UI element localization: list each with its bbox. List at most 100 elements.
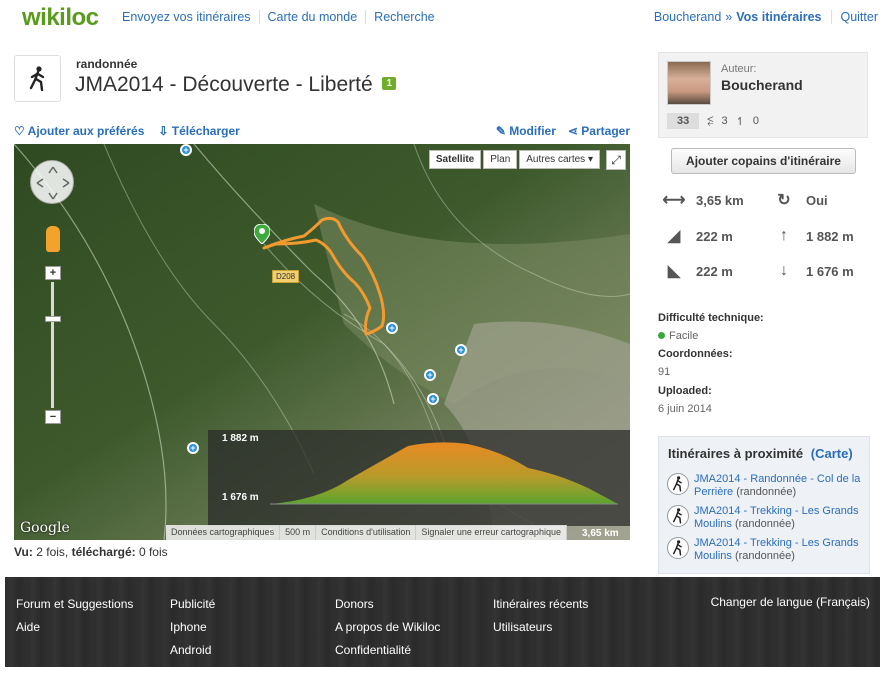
activity-label: randonnée	[76, 57, 138, 71]
main-nav: Envoyez vos itinéraires Carte du monde R…	[114, 10, 443, 24]
footer-link[interactable]: A propos de Wikiloc	[335, 620, 440, 634]
tech-difficulty-label: Difficulté technique:	[658, 312, 764, 324]
followers-icon: ⥶	[707, 114, 714, 127]
zoom-slider-handle[interactable]	[45, 316, 61, 322]
map-type-satellite-button[interactable]: Satellite	[428, 150, 482, 169]
footer-col-3: Donors A propos de Wikiloc Confidentiali…	[335, 597, 440, 657]
fullscreen-icon[interactable]: ⤢	[606, 150, 626, 170]
heart-icon: ♡	[14, 124, 25, 138]
trip-view-stats: Vu: 2 fois, téléchargé: 0 fois	[14, 545, 168, 559]
pan-arrows-icon	[36, 166, 70, 200]
user-profile-link[interactable]: Boucherand	[654, 10, 721, 24]
elevation-profile-graph	[270, 442, 618, 505]
nearby-trail-item[interactable]: JMA2014 - Trekking - Les Grands Moulins …	[667, 505, 867, 531]
author-name[interactable]: Boucherand	[721, 77, 803, 93]
downloads-value: 0 fois	[138, 545, 168, 559]
user-nav-separator: »	[725, 10, 733, 24]
nav-search-link[interactable]: Recherche	[366, 10, 442, 24]
footer-link[interactable]: Forum et Suggestions	[16, 597, 133, 611]
arrow-down-icon: ↓	[780, 262, 788, 279]
zoom-in-button[interactable]: +	[45, 266, 61, 280]
elevation-profile[interactable]: 1 882 m 1 676 m 0 1 2 3 3,65 km	[208, 430, 630, 539]
trip-title-text: JMA2014 - Découverte - Liberté	[75, 73, 373, 96]
top-bar: wikiloc Envoyez vos itinéraires Carte du…	[0, 0, 888, 36]
tech-difficulty-text: Facile	[669, 330, 699, 342]
logout-link[interactable]: Quitter	[831, 10, 878, 24]
following-count[interactable]: 0	[753, 115, 759, 127]
activity-icon-box	[14, 55, 61, 102]
elevation-gain-value: 222 m	[696, 228, 733, 244]
nearby-trail-text: JMA2014 - Randonnée - Col de la Perrière…	[694, 473, 867, 499]
map-terms-link[interactable]: Conditions d'utilisation	[316, 525, 417, 540]
max-altitude-value: 1 882 m	[806, 228, 854, 244]
share-label: Partager	[581, 124, 630, 138]
tech-difficulty-value: Facile	[658, 330, 698, 342]
map-type-plan-button[interactable]: Plan	[483, 150, 518, 169]
waypoint-icon[interactable]: +	[455, 344, 467, 356]
followers-count[interactable]: 3	[721, 115, 727, 127]
max-altitude-stat: ↑ 1 882 m	[770, 226, 854, 246]
street-view-pegman-icon[interactable]	[46, 226, 60, 252]
waypoint-icon[interactable]: +	[386, 322, 398, 334]
map-footer: Données cartographiques 500 m Conditions…	[166, 525, 567, 540]
difficulty-badge: 1	[382, 76, 397, 90]
share-button[interactable]: ⋖ Partager	[568, 124, 630, 138]
footer-link[interactable]: Publicité	[170, 597, 215, 611]
nearby-trail-text: JMA2014 - Trekking - Les Grands Moulins …	[694, 505, 867, 531]
distance-icon: ⟷	[662, 192, 686, 209]
nearby-trail-text: JMA2014 - Trekking - Les Grands Moulins …	[694, 537, 867, 563]
hiker-icon	[29, 65, 44, 91]
nearby-trail-item[interactable]: JMA2014 - Randonnée - Col de la Perrière…	[667, 473, 867, 499]
footer-link[interactable]: Confidentialité	[335, 643, 440, 657]
trip-actions-left: ♡ Ajouter aux préférés ⇩ Télécharger	[14, 124, 240, 138]
trip-actions-right: ✎ Modifier ⋖ Partager	[496, 124, 630, 138]
chevron-down-icon: ▾	[587, 154, 593, 165]
waypoint-icon[interactable]: +	[187, 442, 199, 454]
profile-min-elevation: 1 676 m	[222, 492, 259, 503]
nearby-trail-item[interactable]: JMA2014 - Trekking - Les Grands Moulins …	[667, 537, 867, 563]
google-logo: Google	[20, 520, 70, 536]
author-stats: 33 ⥶ 3 ↿ 0	[667, 113, 759, 129]
waypoint-icon[interactable]: +	[424, 369, 436, 381]
footer-link[interactable]: Aide	[16, 620, 133, 634]
nearby-trail-type: (randonnée)	[736, 486, 797, 498]
author-label: Auteur:	[721, 63, 757, 75]
add-favorite-button[interactable]: ♡ Ajouter aux préférés	[14, 124, 144, 138]
nearby-trail-type: (randonnée)	[734, 550, 795, 562]
zoom-slider-track[interactable]	[51, 282, 54, 408]
download-label: Télécharger	[171, 124, 240, 138]
map-data-link[interactable]: Données cartographiques	[166, 525, 281, 540]
trail-map[interactable]: D208 + + + + + + Satellite Plan Autres c…	[14, 144, 630, 540]
waypoint-icon[interactable]: +	[180, 144, 192, 156]
footer-col-2: Publicité Iphone Android	[170, 597, 215, 657]
hiker-icon	[667, 473, 689, 495]
language-switcher[interactable]: Changer de langue (Français)	[711, 595, 870, 609]
difficulty-dot-icon	[658, 332, 665, 339]
map-report-error-link[interactable]: Signaler une erreur cartographique	[416, 525, 567, 540]
footer-link[interactable]: Donors	[335, 597, 440, 611]
loop-icon: ↻	[777, 192, 791, 209]
edit-button[interactable]: ✎ Modifier	[496, 124, 556, 138]
add-trail-friends-button[interactable]: Ajouter copains d'itinéraire	[671, 148, 856, 174]
footer-link[interactable]: Android	[170, 643, 215, 657]
avatar[interactable]	[667, 61, 711, 105]
pan-control-icon[interactable]	[30, 160, 74, 204]
footer-link[interactable]: Iphone	[170, 620, 215, 634]
footer-link[interactable]: Itinéraires récents	[493, 597, 588, 611]
descent-icon: ◣	[667, 263, 681, 280]
author-trails-count[interactable]: 33	[667, 113, 700, 129]
zoom-out-button[interactable]: −	[45, 410, 61, 424]
site-footer: Forum et Suggestions Aide Publicité Ipho…	[5, 577, 880, 667]
nearby-map-link[interactable]: (Carte)	[811, 446, 853, 461]
download-button[interactable]: ⇩ Télécharger	[158, 124, 239, 138]
nav-world-map-link[interactable]: Carte du monde	[260, 10, 367, 24]
nav-upload-link[interactable]: Envoyez vos itinéraires	[114, 10, 260, 24]
footer-link[interactable]: Utilisateurs	[493, 620, 588, 634]
footer-col-4: Itinéraires récents Utilisateurs	[493, 597, 588, 634]
start-marker-icon[interactable]	[254, 224, 270, 244]
nearby-trails-box: Itinéraires à proximité (Carte) JMA2014 …	[658, 436, 870, 574]
map-type-other-dropdown[interactable]: Autres cartes ▾	[519, 150, 600, 169]
wikiloc-logo[interactable]: wikiloc	[22, 4, 99, 32]
my-trails-link[interactable]: Vos itinéraires	[736, 10, 821, 24]
waypoint-icon[interactable]: +	[427, 393, 439, 405]
